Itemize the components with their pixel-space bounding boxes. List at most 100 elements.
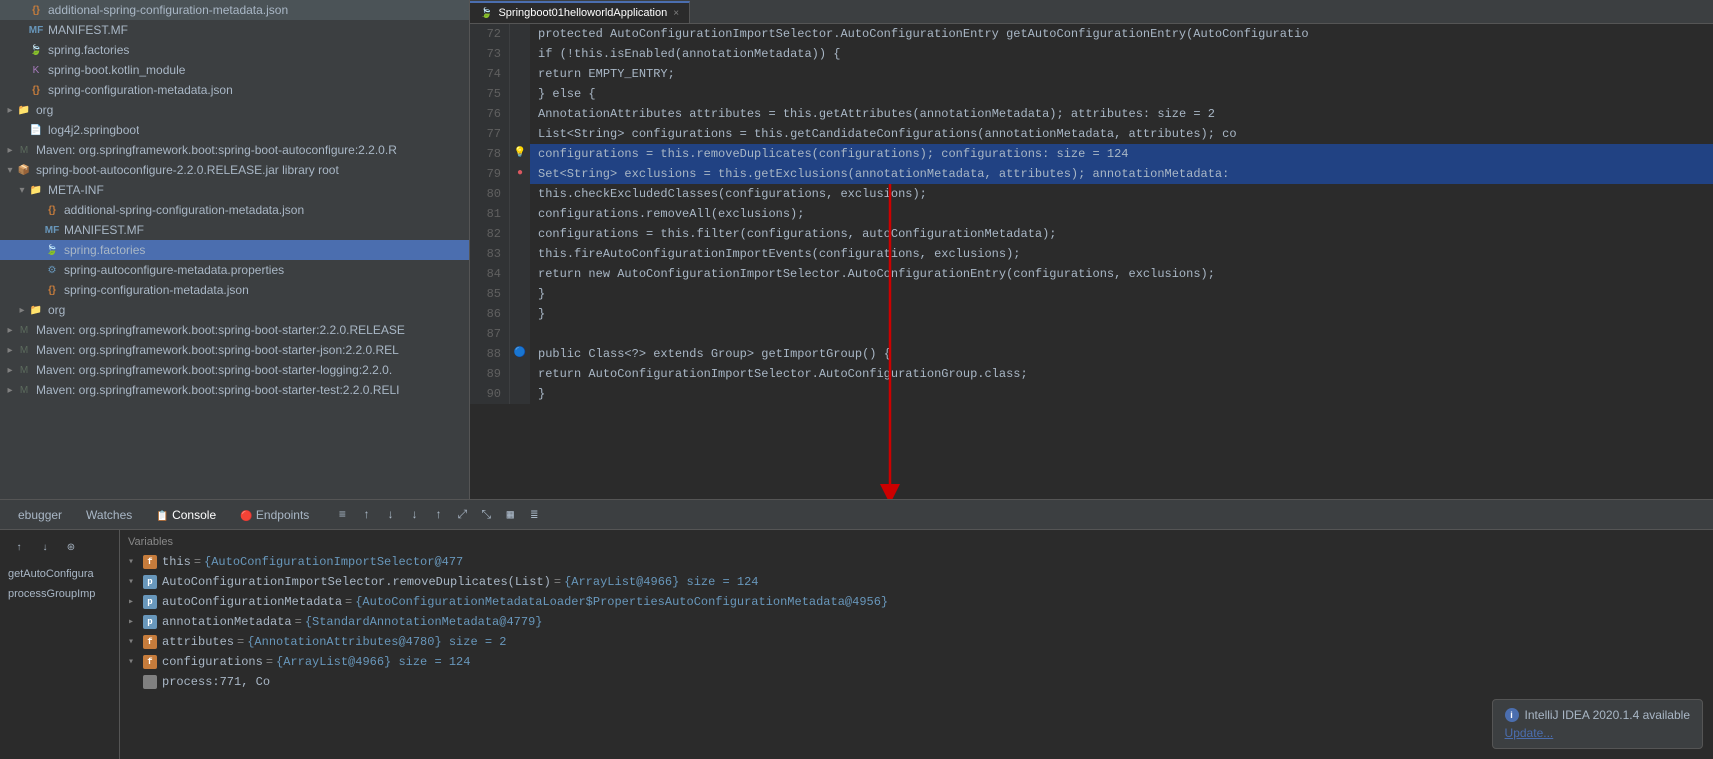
tab-endpoints[interactable]: 🔴 Endpoints (230, 504, 319, 526)
maven-arrow: ▸ (4, 145, 16, 156)
line-number: 86 (470, 304, 510, 324)
variable-item[interactable]: process:771, Co (124, 672, 1709, 692)
tree-label: MANIFEST.MF (48, 23, 128, 37)
line-gutter (510, 44, 530, 64)
var-expand-icon: ▾ (128, 556, 142, 568)
code-line: 73 if (!this.isEnabled(annotationMetadat… (470, 44, 1713, 64)
variable-item[interactable]: ▾ f this = {AutoConfigurationImportSelec… (124, 552, 1709, 572)
tree-item-meta-inf-2[interactable]: ▾📁META-INF (0, 180, 469, 200)
editor-tab-active[interactable]: 🍃 Springboot01helloworldApplication × (470, 1, 690, 23)
tree-item-maven-starter-test[interactable]: ▸MMaven: org.springframework.boot:spring… (0, 380, 469, 400)
variable-item[interactable]: ▾ f configurations = {ArrayList@4966} si… (124, 652, 1709, 672)
toolbar-down-icon[interactable]: ↓ (379, 504, 401, 526)
tree-label: log4j2.springboot (48, 123, 139, 137)
tree-item-spring-factories-2[interactable]: 🍃spring.factories (0, 240, 469, 260)
tree-item-org-2[interactable]: ▸📁org (0, 300, 469, 320)
toolbar-up-icon[interactable]: ↑ (355, 504, 377, 526)
line-content: return AutoConfigurationImportSelector.A… (530, 364, 1028, 384)
code-line: 84 return new AutoConfigurationImportSel… (470, 264, 1713, 284)
maven-icon: M (16, 142, 32, 158)
tree-item-maven-starter-logging[interactable]: ▸MMaven: org.springframework.boot:spring… (0, 360, 469, 380)
line-content: configurations = this.filter(configurati… (530, 224, 1057, 244)
toolbar-grid-icon[interactable]: ▦ (499, 504, 521, 526)
json-icon: {} (44, 202, 60, 218)
var-type-icon: p (142, 614, 158, 630)
main-container: {}additional-spring-configuration-metada… (0, 0, 1713, 759)
folder-icon: 📁 (28, 182, 44, 198)
tree-label: spring-autoconfigure-metadata.properties (64, 263, 284, 277)
line-number: 85 (470, 284, 510, 304)
line-number: 72 (470, 24, 510, 44)
line-number: 87 (470, 324, 510, 344)
code-line: 88🔵 public Class<?> extends Group> getIm… (470, 344, 1713, 364)
maven-arrow: ▸ (4, 365, 16, 376)
tree-item-spring-factories-1[interactable]: 🍃spring.factories (0, 40, 469, 60)
tab-close-icon[interactable]: × (673, 8, 679, 19)
line-gutter (510, 244, 530, 264)
json-icon: {} (28, 2, 44, 18)
var-value: {AutoConfigurationMetadataLoader$Propert… (355, 595, 888, 609)
variable-item[interactable]: ▸ p annotationMetadata = {StandardAnnota… (124, 612, 1709, 632)
file-icon: 📄 (28, 122, 44, 138)
frame-filter-icon[interactable]: ⊛ (60, 536, 82, 558)
frame-item[interactable]: processGroupImp (4, 584, 115, 604)
line-gutter: 💡 (510, 144, 530, 164)
line-content: List<String> configurations = this.getCa… (530, 124, 1237, 144)
var-value: {ArrayList@4966} size = 124 (564, 575, 758, 589)
tree-item-spring-boot-kotlin[interactable]: Kspring-boot.kotlin_module (0, 60, 469, 80)
line-number: 82 (470, 224, 510, 244)
maven-arrow: ▸ (4, 325, 16, 336)
var-name: this (162, 555, 191, 569)
line-number: 77 (470, 124, 510, 144)
tab-debugger[interactable]: ebugger (8, 504, 72, 526)
tree-item-spring-config-json-2[interactable]: {}spring-configuration-metadata.json (0, 280, 469, 300)
code-line: 80 this.checkExcludedClasses(configurati… (470, 184, 1713, 204)
variable-item[interactable]: ▾ f attributes = {AnnotationAttributes@4… (124, 632, 1709, 652)
tree-item-jar-autoconfigure[interactable]: ▾📦spring-boot-autoconfigure-2.2.0.RELEAS… (0, 160, 469, 180)
debug-content: ↑ ↓ ⊛ getAutoConfiguraprocessGroupImp Va… (0, 530, 1713, 759)
props-icon: ⚙ (44, 262, 60, 278)
variable-item[interactable]: ▸ p autoConfigurationMetadata = {AutoCon… (124, 592, 1709, 612)
variable-item[interactable]: ▾ p AutoConfigurationImportSelector.remo… (124, 572, 1709, 592)
folder-icon: 📁 (28, 302, 44, 318)
tree-item-spring-autoconfigure-props[interactable]: ⚙ spring-autoconfigure-metadata.propertie… (0, 260, 469, 280)
tab-watches[interactable]: Watches (76, 504, 142, 526)
frame-down-icon[interactable]: ↓ (34, 536, 56, 558)
line-content: } (530, 304, 545, 324)
var-expand-icon: ▾ (128, 576, 142, 588)
tree-item-manifest-mf-1[interactable]: MFMANIFEST.MF (0, 20, 469, 40)
tree-item-org-1[interactable]: ▸📁org (0, 100, 469, 120)
tree-item-additional-json-2[interactable]: {}additional-spring-configuration-metada… (0, 200, 469, 220)
toolbar-collapse-icon[interactable]: ⤡ (475, 504, 497, 526)
line-number: 80 (470, 184, 510, 204)
code-line: 79● Set<String> exclusions = this.getExc… (470, 164, 1713, 184)
toolbar-expand-icon[interactable]: ⤢ (451, 504, 473, 526)
toolbar-up2-icon[interactable]: ↑ (427, 504, 449, 526)
notification-link[interactable]: Update... (1505, 726, 1554, 740)
bottom-panel: ebugger Watches 📋 Console 🔴 Endpoints ≡ … (0, 499, 1713, 759)
code-line: 90 } (470, 384, 1713, 404)
tree-item-maven-starter[interactable]: ▸MMaven: org.springframework.boot:spring… (0, 320, 469, 340)
tab-console[interactable]: 📋 Console (146, 504, 226, 526)
tree-item-maven-starter-json[interactable]: ▸MMaven: org.springframework.boot:spring… (0, 340, 469, 360)
frame-up-icon[interactable]: ↑ (8, 536, 30, 558)
toolbar-list-icon[interactable]: ≡ (331, 504, 353, 526)
toolbar-list2-icon[interactable]: ≣ (523, 504, 545, 526)
line-gutter (510, 264, 530, 284)
tree-label: MANIFEST.MF (64, 223, 144, 237)
tree-item-log4j2[interactable]: 📄 log4j2.springboot (0, 120, 469, 140)
tree-item-manifest-mf-2[interactable]: MF MANIFEST.MF (0, 220, 469, 240)
line-number: 83 (470, 244, 510, 264)
tree-item-additional-json-1[interactable]: {}additional-spring-configuration-metada… (0, 0, 469, 20)
toolbar-down2-icon[interactable]: ↓ (403, 504, 425, 526)
mf-icon: MF (44, 222, 60, 238)
tree-item-spring-config-json-1[interactable]: {}spring-configuration-metadata.json (0, 80, 469, 100)
maven-arrow: ▸ (4, 385, 16, 396)
frames-header: ↑ ↓ ⊛ (4, 534, 115, 564)
var-expand-icon: ▸ (128, 616, 142, 628)
code-line: 76 AnnotationAttributes attributes = thi… (470, 104, 1713, 124)
notification-title: i IntelliJ IDEA 2020.1.4 available (1505, 708, 1690, 722)
code-editor[interactable]: 72 protected AutoConfigurationImportSele… (470, 24, 1713, 499)
tree-item-maven-autoconfigure[interactable]: ▸MMaven: org.springframework.boot:spring… (0, 140, 469, 160)
frame-item[interactable]: getAutoConfigura (4, 564, 115, 584)
